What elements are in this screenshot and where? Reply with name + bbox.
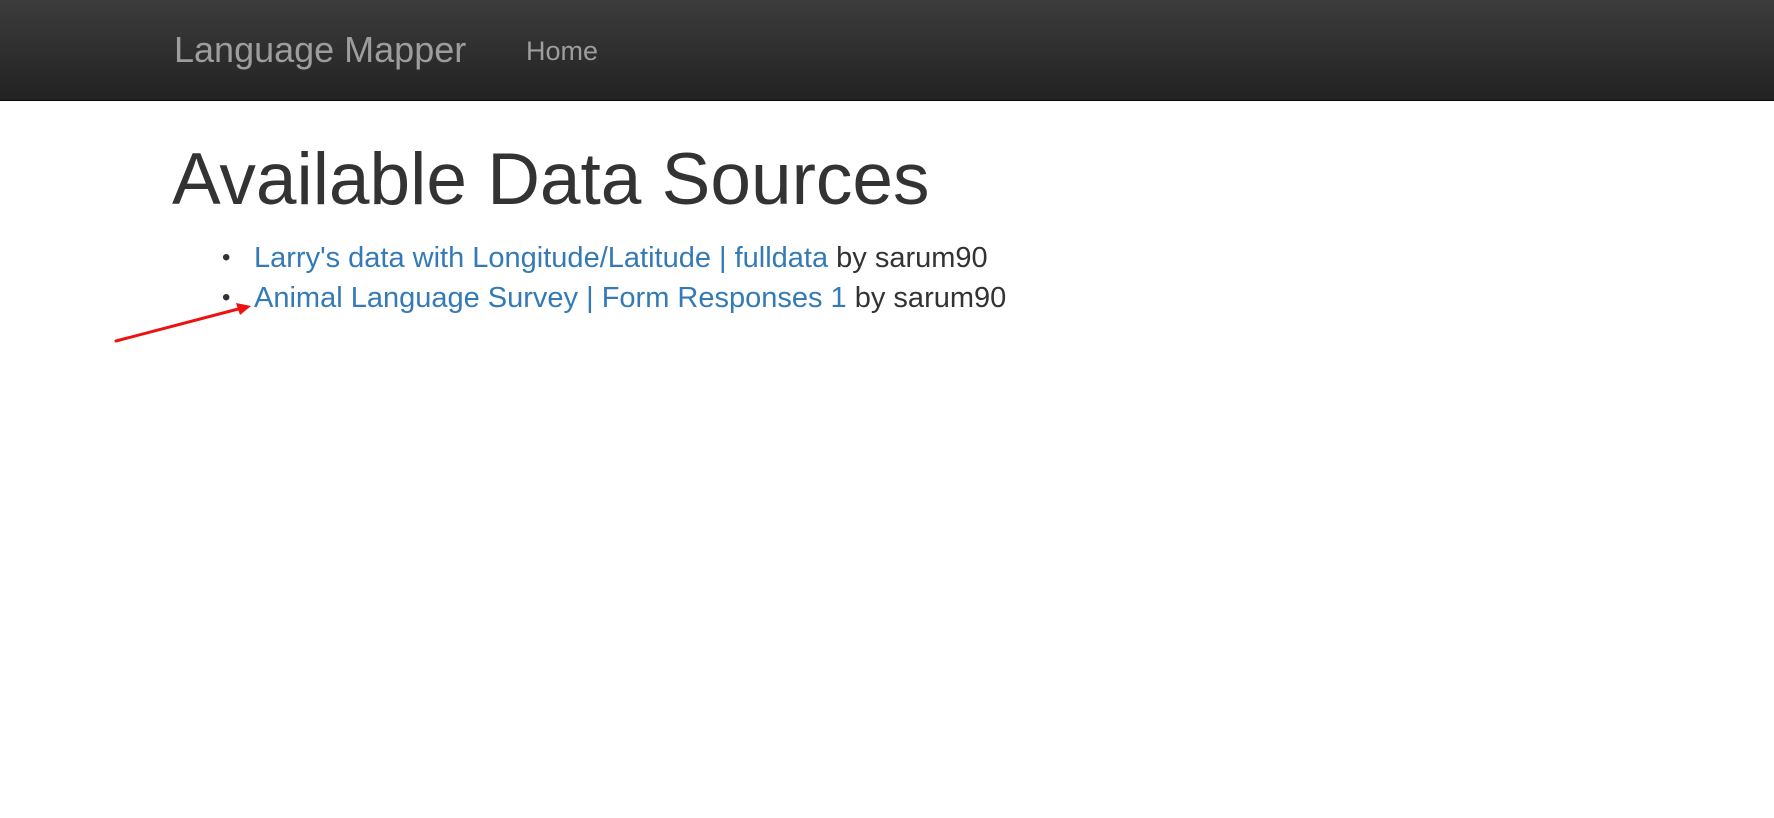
list-item: • Larry's data with Longitude/Latitude |… (174, 238, 1006, 278)
red-arrow-icon (114, 303, 251, 343)
brand-link[interactable]: Language Mapper (174, 28, 466, 72)
data-source-list: • Larry's data with Longitude/Latitude |… (174, 238, 1006, 318)
bullet-icon: • (222, 244, 231, 271)
list-item: • Animal Language Survey | Form Response… (174, 278, 1006, 318)
data-source-link[interactable]: Larry's data with Longitude/Latitude | f… (254, 242, 828, 274)
top-navbar: Language Mapper Home (0, 0, 1774, 101)
author-text: by sarum90 (854, 282, 1007, 314)
data-source-link[interactable]: Animal Language Survey | Form Responses … (254, 282, 847, 314)
page-title: Available Data Sources (172, 139, 930, 220)
author-text: by sarum90 (836, 242, 988, 274)
nav-home-link[interactable]: Home (526, 34, 598, 68)
